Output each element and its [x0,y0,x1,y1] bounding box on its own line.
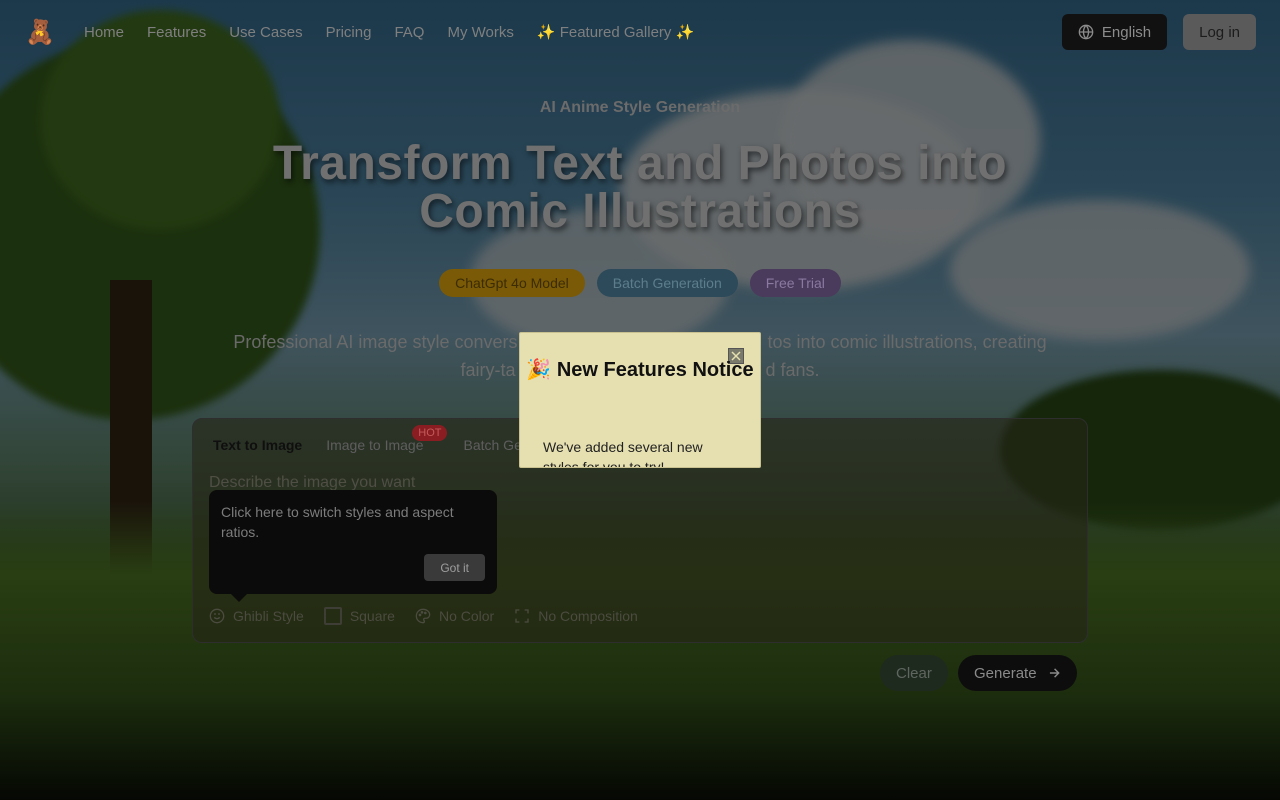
feature-badges: ChatGpt 4o Model Batch Generation Free T… [0,269,1280,297]
modal-title: 🎉 New Features Notice [526,359,754,381]
hero-desc-line1-right: tos into comic illustrations, creating [767,332,1047,352]
smile-icon [209,608,225,624]
composition-selector[interactable]: No Composition [514,607,638,625]
tooltip-text: Click here to switch styles and aspect r… [221,504,454,540]
nav-link-pricing[interactable]: Pricing [326,24,372,41]
arrow-right-icon [1049,668,1060,678]
badge-model: ChatGpt 4o Model [439,269,585,297]
square-icon [323,607,342,625]
style-label: Ghibli Style [233,608,304,624]
language-switcher[interactable]: English [1061,14,1168,50]
badge-free-trial: Free Trial [749,269,841,297]
hero-desc-line1-left: Professional AI image style convers [233,332,518,352]
tab-batch-generation[interactable]: Batch Ge [463,437,521,453]
color-selector[interactable]: No Color [415,607,494,625]
onboarding-tooltip: Click here to switch styles and aspect r… [209,490,497,602]
hot-badge: HOT [412,425,448,441]
new-features-modal: 🎉 New Features Notice We've added severa… [519,332,761,468]
palette-icon [415,608,431,624]
hero-title: Transform Text and Photos into Comic Ill… [272,137,1008,238]
language-label: English [1101,23,1152,41]
modal-body: We've added several new styles for you t… [543,439,703,468]
hero-eyebrow: AI Anime Style Generation [539,99,741,116]
globe-icon [1078,24,1094,40]
hero-desc-line2-right: d fans. [765,360,820,380]
nav-links: Home Features Use Cases Pricing FAQ My W… [84,23,717,42]
nav-link-home[interactable]: Home [84,24,124,41]
nav-link-features[interactable]: Features [147,24,206,41]
generate-button[interactable]: Generate [958,655,1077,691]
nav-link-my-works[interactable]: My Works [447,24,513,41]
ratio-selector[interactable]: Square [323,607,395,625]
badge-batch: Batch Generation [596,269,738,297]
nav-link-featured-gallery[interactable]: ✨ Featured Gallery ✨ [537,23,694,41]
frame-corners-icon [515,609,529,623]
ratio-label: Square [349,608,395,624]
got-it-button[interactable]: Got it [424,554,485,581]
style-selector[interactable]: Ghibli Style [209,607,304,625]
brand-logo[interactable]: 🧸 [24,16,56,48]
clear-button[interactable]: Clear [880,655,948,691]
hero-desc-line2-left: fairy-ta [460,360,516,380]
generate-label: Generate [974,664,1037,682]
mode-tabs: Text to Image Image to Image HOT Batch G… [213,425,522,453]
color-label: No Color [438,608,495,624]
login-button[interactable]: Log in [1183,14,1256,50]
tab-image-to-image[interactable]: Image to Image HOT [326,425,448,453]
generation-options: Ghibli Style Square No Color No Composit… [209,607,638,625]
tab-image-to-image-label: Image to Image [326,437,424,453]
nav-link-use-cases[interactable]: Use Cases [229,24,302,41]
tab-text-to-image[interactable]: Text to Image [213,437,302,453]
nav-actions: English Log in [1061,14,1256,50]
composition-label: No Composition [538,608,638,624]
nav-link-faq[interactable]: FAQ [394,24,424,41]
top-navbar: 🧸 Home Features Use Cases Pricing FAQ My… [0,0,1280,64]
